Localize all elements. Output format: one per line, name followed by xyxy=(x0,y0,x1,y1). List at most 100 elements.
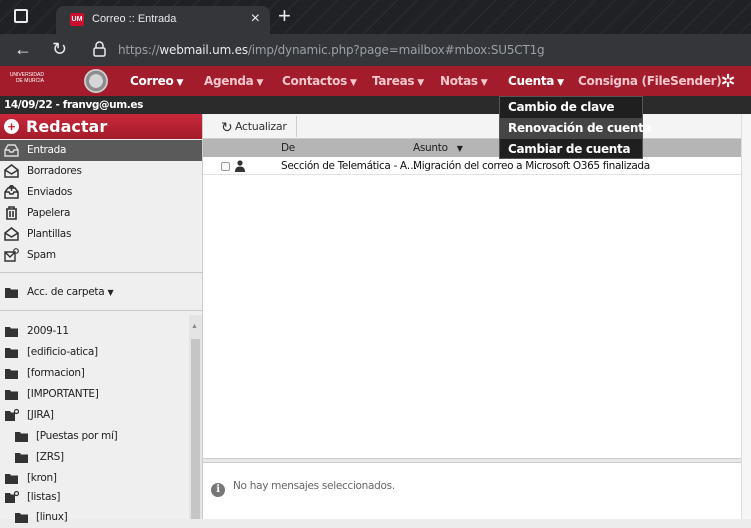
menu-label: Tareas xyxy=(372,74,415,88)
sidebar-scrollbar[interactable]: ▲ xyxy=(189,315,202,519)
folder-label: [edificio-atica] xyxy=(27,346,98,358)
folder-item[interactable]: [formacion] xyxy=(0,363,202,384)
folder-icon xyxy=(5,369,18,379)
menu-label: Cuenta xyxy=(508,74,555,88)
folder-label: Enviados xyxy=(27,186,73,198)
folder-label: Plantillas xyxy=(27,228,72,240)
menu-contactos[interactable]: Contactos ▼ xyxy=(282,74,357,88)
caret-down-icon: ▼ xyxy=(480,78,488,88)
menu-notas[interactable]: Notas ▼ xyxy=(440,74,488,88)
preview-empty: i No hay mensajes seleccionados. xyxy=(211,480,395,497)
gear-icon[interactable]: ✲ xyxy=(718,71,738,91)
folder-label: [Puestas por mí] xyxy=(36,430,118,442)
university-seal-icon xyxy=(84,69,108,93)
folder-label: Papelera xyxy=(27,207,71,219)
user-date-email: 14/09/22 - franvg@um.es xyxy=(4,99,143,111)
menu-consigna[interactable]: Consigna (FileSender) xyxy=(578,74,722,88)
sidebar-item-entrada[interactable]: Entrada xyxy=(0,140,202,161)
folder-icon xyxy=(5,348,18,358)
lock-icon[interactable] xyxy=(93,41,106,57)
scrollbar-thumb[interactable] xyxy=(191,339,200,519)
folder-label: [ZRS] xyxy=(36,451,64,463)
folder-icon xyxy=(5,327,18,337)
menu-agenda[interactable]: Agenda ▼ xyxy=(204,74,263,88)
url-scheme: https:// xyxy=(118,43,160,57)
refresh-label: Actualizar xyxy=(235,120,287,133)
refresh-button[interactable]: ↻ Actualizar xyxy=(211,116,297,137)
menu-correo[interactable]: Correo ▼ xyxy=(130,74,183,88)
folder-label: [linux] xyxy=(36,511,68,523)
menuitem-cambio-clave[interactable]: Cambio de clave xyxy=(500,97,642,118)
compose-button[interactable]: + Redactar xyxy=(0,114,202,139)
menu-tareas[interactable]: Tareas ▼ xyxy=(372,74,424,88)
menuitem-cambiar-cuenta[interactable]: Cambiar de cuenta xyxy=(500,139,642,160)
folder-item[interactable]: [JIRA] xyxy=(0,405,202,426)
folder-item[interactable]: [kron] xyxy=(0,468,202,489)
sent-icon xyxy=(4,185,19,199)
menu-label: Contactos xyxy=(282,74,347,88)
scroll-up-icon[interactable]: ▲ xyxy=(191,323,198,330)
sort-down-icon: ▼ xyxy=(456,144,463,153)
caret-down-icon: ▼ xyxy=(176,78,184,88)
menuitem-renovacion-cuenta[interactable]: Renovación de cuenta xyxy=(500,118,652,139)
sidebar-item-papelera[interactable]: Papelera xyxy=(0,203,202,224)
message-row[interactable]: Sección de Telemática - A… Migración del… xyxy=(203,157,751,175)
folder-item[interactable]: [ZRS] xyxy=(0,447,202,468)
folder-item[interactable]: [IMPORTANTE] xyxy=(0,384,202,405)
caret-down-icon: ▼ xyxy=(107,288,114,297)
folder-item[interactable]: [listas] xyxy=(0,487,202,508)
message-pane: ↻ Actualizar De Asunto ▼ Sección de Tele… xyxy=(202,114,751,519)
info-icon: i xyxy=(211,483,225,497)
message-subject: Migración del correo a Microsoft O365 fi… xyxy=(413,160,650,172)
folder-item[interactable]: [linux] xyxy=(0,507,202,528)
close-tab-icon[interactable]: × xyxy=(251,10,260,28)
column-subject-label: Asunto xyxy=(413,142,448,154)
folder-label: [IMPORTANTE] xyxy=(27,388,99,400)
sidebar-divider xyxy=(0,310,202,311)
sidebar-item-borradores[interactable]: Borradores xyxy=(0,161,202,182)
folder-item[interactable]: 2009-11 xyxy=(0,321,202,342)
reload-icon[interactable]: ↻ xyxy=(52,39,67,60)
templates-icon xyxy=(4,227,19,241)
folder-item[interactable]: [edificio-atica] xyxy=(0,342,202,363)
spam-icon xyxy=(4,248,19,262)
browser-tab[interactable]: UM Correo :: Entrada × xyxy=(56,6,270,34)
sidebar-divider xyxy=(0,272,202,273)
caret-down-icon: ▼ xyxy=(557,78,564,88)
folder-icon xyxy=(15,453,28,463)
menu-label: Correo xyxy=(130,74,174,88)
drafts-icon xyxy=(4,164,19,178)
menu-label: Agenda xyxy=(204,74,254,88)
top-menu: UNIVERSIDAD DE MURCIA Correo ▼ Agenda ▼ Co… xyxy=(0,66,751,96)
sidebar-item-spam[interactable]: Spam xyxy=(0,245,202,266)
back-arrow-icon[interactable]: ← xyxy=(14,39,32,60)
column-from[interactable]: De xyxy=(281,142,295,154)
column-subject[interactable]: Asunto ▼ xyxy=(413,142,463,154)
pane-resize-handle[interactable] xyxy=(203,458,751,463)
favicon-icon: UM xyxy=(70,13,84,26)
toolbar: ↻ Actualizar xyxy=(203,114,751,139)
inbox-icon xyxy=(4,144,19,157)
folder-label: [JIRA] xyxy=(27,409,54,421)
cuenta-dropdown-menu: Cambio de clave Renovación de cuenta Cam… xyxy=(499,96,652,160)
message-list-header: De Asunto ▼ xyxy=(203,139,751,157)
refresh-icon: ↻ xyxy=(221,119,233,135)
message-checkbox[interactable] xyxy=(221,162,230,171)
folder-item[interactable]: [Puestas por mí] xyxy=(0,426,202,447)
address-bar[interactable]: https://webmail.um.es/imp/dynamic.php?pa… xyxy=(118,43,545,57)
sidebar-item-enviados[interactable]: Enviados xyxy=(0,182,202,203)
page-scrollbar[interactable] xyxy=(741,114,751,519)
preview-empty-text: No hay mensajes seleccionados. xyxy=(233,480,395,492)
folder-icon xyxy=(15,432,28,442)
url-path: /imp/dynamic.php?page=mailbox#mbox:SU5CT… xyxy=(247,43,545,57)
folder-label: Spam xyxy=(27,249,56,261)
menu-cuenta[interactable]: Cuenta ▼ xyxy=(508,74,564,88)
folder-expand-icon xyxy=(5,490,19,503)
folder-actions-menu[interactable]: Acc. de carpeta ▼ xyxy=(0,282,202,303)
folder-expand-icon xyxy=(5,408,19,421)
new-tab-icon[interactable]: + xyxy=(278,3,291,29)
window-menu-icon[interactable] xyxy=(14,9,28,23)
university-logo[interactable]: UNIVERSIDAD DE MURCIA xyxy=(4,70,44,92)
sidebar-item-plantillas[interactable]: Plantillas xyxy=(0,224,202,245)
plus-icon: + xyxy=(4,119,19,134)
